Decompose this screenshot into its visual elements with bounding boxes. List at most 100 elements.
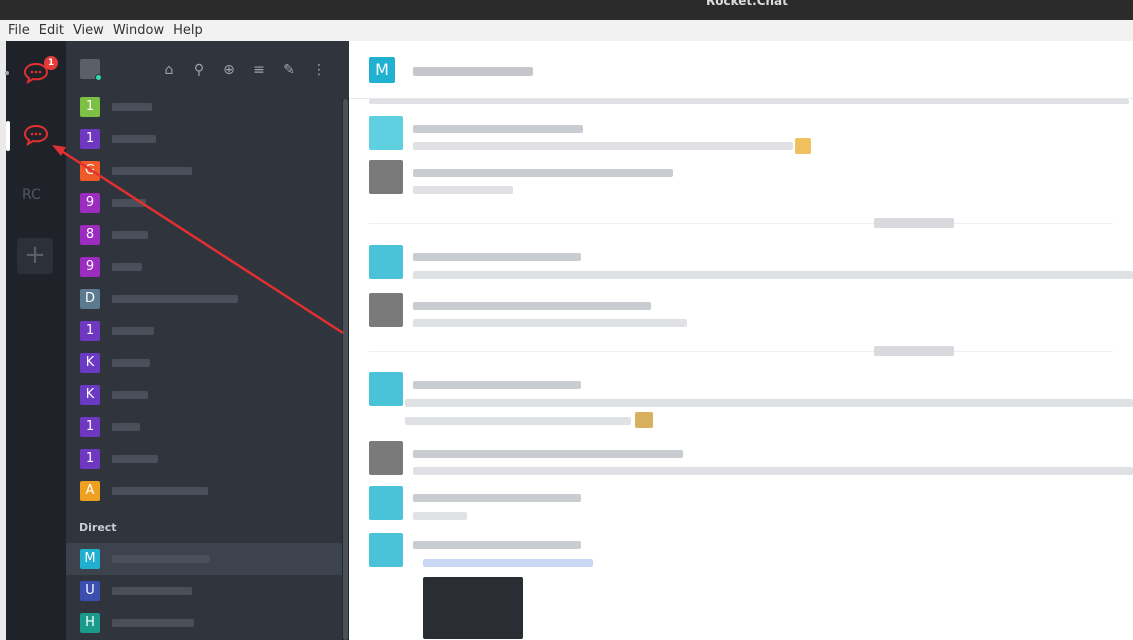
- chat-main: M: [349, 41, 1133, 640]
- message-text-redacted: [413, 186, 513, 194]
- room-avatar: U: [80, 581, 100, 601]
- room-avatar: 1: [80, 449, 100, 469]
- message-author-redacted: [413, 253, 581, 261]
- room-header-name-redacted: [413, 67, 533, 76]
- menu-bar: File Edit View Window Help: [0, 20, 1133, 41]
- date-divider-label: [874, 346, 954, 356]
- room-name-redacted: [112, 391, 148, 399]
- date-divider: [369, 218, 1113, 228]
- emoji-icon: [635, 412, 653, 428]
- more-options-icon[interactable]: ⋮: [308, 59, 330, 81]
- room-avatar: H: [80, 613, 100, 633]
- menu-help[interactable]: Help: [173, 23, 203, 38]
- add-server-button[interactable]: +: [17, 238, 53, 274]
- rocketchat-icon: [23, 124, 49, 146]
- scrollbar-thumb[interactable]: [343, 99, 348, 640]
- message-avatar: [369, 293, 403, 327]
- room-name-redacted: [112, 619, 194, 627]
- message-avatar: [369, 116, 403, 150]
- home-icon[interactable]: ⌂: [158, 59, 180, 81]
- room-avatar: M: [80, 549, 100, 569]
- message-avatar: [369, 441, 403, 475]
- user-avatar[interactable]: [80, 59, 102, 81]
- active-server-indicator: [6, 121, 10, 151]
- sidebar: ⌂ ⚲ ⊕ ≡ ✎ ⋮ 1 1 G 9 8 9 D 1 K K 1 1 A Di…: [66, 41, 349, 640]
- room-avatar: 8: [80, 225, 100, 245]
- message-avatar: [369, 160, 403, 194]
- create-new-icon[interactable]: ✎: [278, 59, 300, 81]
- room-item[interactable]: 1: [66, 97, 349, 129]
- room-name-redacted: [112, 587, 192, 595]
- message-avatar: [369, 372, 403, 406]
- message-author-redacted: [413, 541, 581, 549]
- message-text-redacted: [413, 319, 687, 327]
- message-text-redacted: [413, 271, 1133, 279]
- message-text-redacted: [413, 142, 793, 150]
- message-author-redacted: [413, 494, 581, 502]
- message-author-redacted: [413, 450, 683, 458]
- direct-item[interactable]: U: [66, 575, 349, 607]
- room-item[interactable]: 1: [66, 417, 349, 449]
- room-name-redacted: [112, 555, 210, 563]
- room-list: 1 1 G 9 8 9 D 1 K K 1 1 A Direct M U H: [66, 97, 349, 639]
- room-name-redacted: [112, 103, 152, 111]
- sidebar-header: ⌂ ⚲ ⊕ ≡ ✎ ⋮: [66, 41, 349, 99]
- message-author-redacted: [413, 169, 673, 177]
- sort-icon[interactable]: ≡: [248, 59, 270, 81]
- direct-item[interactable]: H: [66, 607, 349, 639]
- message-text-redacted: [413, 512, 467, 520]
- room-avatar: K: [80, 353, 100, 373]
- message-text-redacted: [413, 467, 1133, 475]
- room-avatar: D: [80, 289, 100, 309]
- room-name-redacted: [112, 199, 146, 207]
- room-avatar: 1: [80, 97, 100, 117]
- room-item[interactable]: D: [66, 289, 349, 321]
- room-avatar: G: [80, 161, 100, 181]
- room-item[interactable]: A: [66, 481, 349, 513]
- server-rc-label[interactable]: RC: [22, 187, 41, 203]
- menu-view[interactable]: View: [73, 23, 104, 38]
- app-window: Rocket.Chat File Edit View Window Help 1…: [0, 0, 1133, 640]
- room-item[interactable]: K: [66, 353, 349, 385]
- room-name-redacted: [112, 455, 158, 463]
- room-item[interactable]: G: [66, 161, 349, 193]
- room-name-redacted: [112, 167, 192, 175]
- server-button-2[interactable]: [18, 117, 54, 153]
- attachment-link-redacted[interactable]: [423, 559, 593, 567]
- room-header: M: [349, 41, 1133, 99]
- room-item[interactable]: K: [66, 385, 349, 417]
- room-avatar: 1: [80, 129, 100, 149]
- sidebar-scrollbar[interactable]: [342, 99, 349, 640]
- message-author-redacted: [413, 381, 581, 389]
- room-item[interactable]: 9: [66, 193, 349, 225]
- message-avatar: [369, 245, 403, 279]
- room-item[interactable]: 1: [66, 449, 349, 481]
- room-avatar: 9: [80, 257, 100, 277]
- menu-edit[interactable]: Edit: [39, 23, 64, 38]
- server-indicator-dot: [5, 71, 9, 75]
- message-author-redacted: [413, 125, 583, 133]
- message-avatar: [369, 486, 403, 520]
- room-name-redacted: [112, 423, 140, 431]
- room-item[interactable]: 8: [66, 225, 349, 257]
- direct-item-active[interactable]: M: [66, 543, 349, 575]
- directory-globe-icon[interactable]: ⊕: [218, 59, 240, 81]
- search-icon[interactable]: ⚲: [188, 59, 210, 81]
- room-name-redacted: [112, 231, 148, 239]
- room-avatar: 1: [80, 321, 100, 341]
- room-item[interactable]: 1: [66, 321, 349, 353]
- date-divider-label: [874, 218, 954, 228]
- window-title: Rocket.Chat: [706, 0, 788, 8]
- message-text-redacted: [405, 417, 631, 425]
- room-item[interactable]: 1: [66, 129, 349, 161]
- emoji-icon: [795, 138, 811, 154]
- date-divider: [369, 346, 1113, 356]
- sidebar-toolbar: ⌂ ⚲ ⊕ ≡ ✎ ⋮: [158, 59, 330, 81]
- menu-file[interactable]: File: [8, 23, 30, 38]
- attachment-image-thumbnail[interactable]: [423, 577, 523, 639]
- room-item[interactable]: 9: [66, 257, 349, 289]
- online-status-icon: [95, 74, 102, 81]
- menu-window[interactable]: Window: [113, 23, 164, 38]
- room-header-avatar: M: [369, 57, 395, 83]
- room-name-redacted: [112, 327, 154, 335]
